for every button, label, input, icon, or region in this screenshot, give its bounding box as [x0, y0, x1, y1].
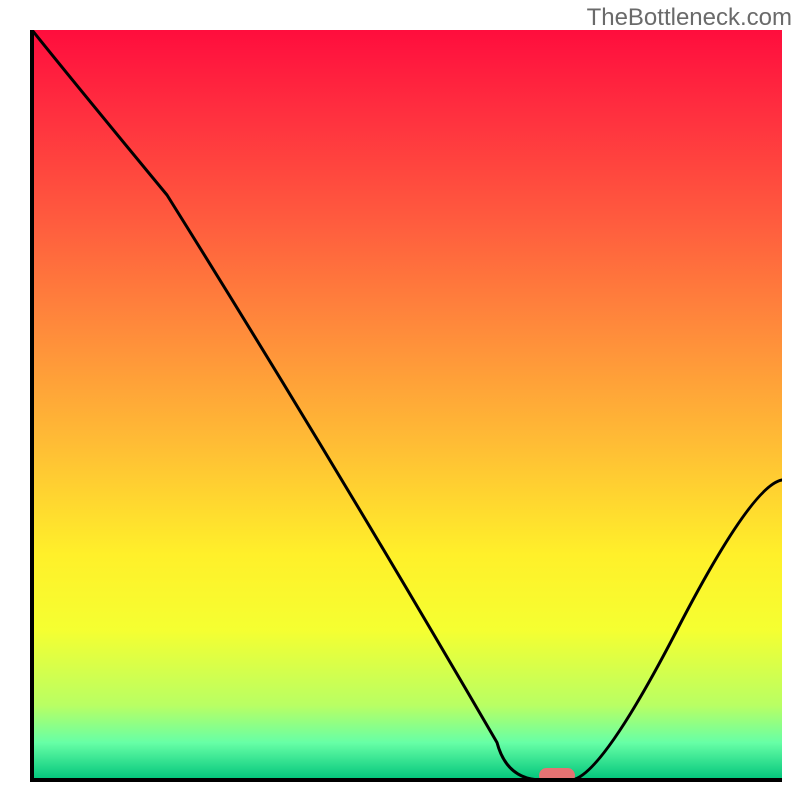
axis-bottom — [30, 778, 782, 782]
chart-container: TheBottleneck.com — [0, 0, 800, 800]
watermark-text: TheBottleneck.com — [587, 4, 792, 32]
line-curve — [32, 30, 782, 780]
axis-left — [30, 30, 34, 782]
plot-area — [32, 30, 782, 780]
